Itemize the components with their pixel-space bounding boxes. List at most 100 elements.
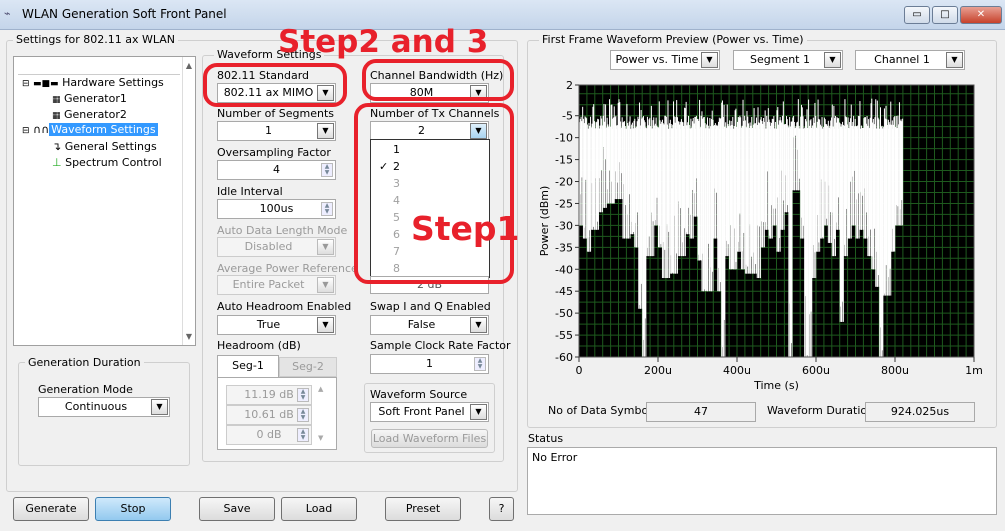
trace-bar xyxy=(902,118,904,226)
waveform-source-select[interactable]: Soft Front Panel ▼ xyxy=(370,402,489,422)
help-button[interactable]: ? xyxy=(489,497,514,521)
settings-tree[interactable]: ▲ ▼ ⊟ ▬■▬ Hardware Settings ▦ Generator1… xyxy=(13,56,196,346)
preview-title: First Frame Waveform Preview (Power vs. … xyxy=(539,33,807,46)
tree-item-generator2[interactable]: ▦ Generator2 xyxy=(52,108,127,121)
chevron-down-icon[interactable]: ▼ xyxy=(317,123,334,139)
tab-seg-1[interactable]: Seg-1 xyxy=(217,355,279,377)
headroom-value-2[interactable]: 10.61 dB ▲ ▼ xyxy=(226,405,312,425)
trace-dip xyxy=(781,128,784,230)
tree-item-general-settings[interactable]: ↴ General Settings xyxy=(52,140,157,153)
waveform-icon: ∩∩ xyxy=(33,123,50,136)
minimize-button[interactable]: ▭ xyxy=(904,6,930,24)
generate-button[interactable]: Generate xyxy=(13,497,89,521)
chevron-down-icon[interactable]: ▼ xyxy=(470,317,487,333)
segments-select[interactable]: 1 ▼ xyxy=(217,121,336,141)
trace-dip xyxy=(825,128,827,226)
spinner-icon[interactable]: ▲ ▼ xyxy=(474,357,486,371)
spinner-icon[interactable]: ▲ ▼ xyxy=(321,202,333,216)
sample-clock-value: 1 xyxy=(426,357,433,370)
trace-dip xyxy=(852,128,855,226)
chevron-down-icon[interactable]: ▼ xyxy=(317,317,334,333)
scroll-down-icon[interactable]: ▼ xyxy=(318,434,323,442)
annotation-step1: Step1 xyxy=(411,209,520,248)
oversampling-input[interactable]: 4 ▲ ▼ xyxy=(217,160,336,180)
preset-button[interactable]: Preset xyxy=(385,497,461,521)
auto-data-length-value: Disabled xyxy=(244,240,293,253)
tree-item-waveform-settings[interactable]: ⊟ ∩∩ Waveform Settings xyxy=(22,123,158,136)
chevron-down-icon[interactable]: ▼ xyxy=(946,52,963,68)
chevron-down-icon[interactable]: ▼ xyxy=(824,52,841,68)
chevron-down-icon[interactable]: ▼ xyxy=(701,52,718,68)
trace-dip xyxy=(580,128,582,226)
trace-dip xyxy=(623,128,626,239)
idle-interval-input[interactable]: 100us ▲ ▼ xyxy=(217,199,336,219)
segment-select[interactable]: Segment 1 ▼ xyxy=(733,50,843,70)
x-axis-label: Time (s) xyxy=(753,379,799,392)
spinner-icon[interactable]: ▲ ▼ xyxy=(297,428,309,442)
trace-dip xyxy=(836,128,839,230)
y-tick-label: -30 xyxy=(555,219,573,232)
save-button[interactable]: Save xyxy=(199,497,275,521)
data-symbols-value: 47 xyxy=(646,402,756,422)
scroll-down-icon[interactable]: ▼ xyxy=(186,332,192,341)
scroll-up-icon[interactable]: ▲ xyxy=(318,385,323,393)
annotation-box-bandwidth xyxy=(362,59,514,101)
auto-headroom-value: True xyxy=(256,318,281,331)
avg-power-ref-label: Average Power Reference xyxy=(217,262,358,275)
headroom-value-1[interactable]: 11.19 dB ▲ ▼ xyxy=(226,385,312,405)
trace-dip xyxy=(805,128,807,357)
generation-mode-label: Generation Mode xyxy=(38,383,133,396)
tab-seg-2[interactable]: Seg-2 xyxy=(279,357,337,377)
x-tick-label: 400u xyxy=(723,364,751,377)
sample-clock-input[interactable]: 1 ▲ ▼ xyxy=(370,354,489,374)
view-select[interactable]: Power vs. Time ▼ xyxy=(610,50,720,70)
swap-iq-select[interactable]: False ▼ xyxy=(370,315,489,335)
tree-item-hardware-settings[interactable]: ⊟ ▬■▬ Hardware Settings xyxy=(22,76,164,89)
stop-button[interactable]: Stop xyxy=(95,497,171,521)
spinner-icon[interactable]: ▲ ▼ xyxy=(297,388,309,402)
auto-headroom-select[interactable]: True ▼ xyxy=(217,315,336,335)
chevron-down-icon[interactable]: ▼ xyxy=(470,404,487,420)
trace-dip xyxy=(619,128,622,200)
trace-dip xyxy=(848,128,851,239)
y-axis-label: Power (dBm) xyxy=(538,186,551,257)
chevron-down-icon[interactable]: ▼ xyxy=(317,239,334,255)
generation-mode-select[interactable]: Continuous ▼ xyxy=(38,397,170,417)
tree-item-spectrum-control[interactable]: ⊥ Spectrum Control xyxy=(52,156,162,169)
y-tick-label: -5 xyxy=(562,110,573,123)
chevron-down-icon[interactable]: ▼ xyxy=(151,399,168,415)
headroom-value-3[interactable]: 0 dB ▲ ▼ xyxy=(226,425,312,445)
chevron-down-icon[interactable]: ▼ xyxy=(317,277,334,293)
trace-dip xyxy=(674,128,677,274)
trace-dip xyxy=(900,128,902,226)
settings-group-title: Settings for 802.11 ax WLAN xyxy=(13,33,178,46)
trace-dip xyxy=(864,128,867,239)
scroll-up-icon[interactable]: ▲ xyxy=(186,61,192,70)
waveform-source-value: Soft Front Panel xyxy=(378,405,465,418)
trace-dip xyxy=(773,128,776,226)
spinner-icon[interactable]: ▲ ▼ xyxy=(321,163,333,177)
load-waveform-files-button[interactable]: Load Waveform Files xyxy=(371,429,488,448)
auto-data-length-select[interactable]: Disabled ▼ xyxy=(217,237,336,257)
trace-dip xyxy=(682,128,685,257)
trace-dip xyxy=(607,128,610,204)
trace-dip xyxy=(888,128,890,296)
annotation-box-tx-channels xyxy=(354,103,514,284)
y-tick-label: -60 xyxy=(555,351,573,364)
channel-select[interactable]: Channel 1 ▼ xyxy=(855,50,965,70)
trace-dip xyxy=(643,128,645,357)
avg-power-ref-select[interactable]: Entire Packet ▼ xyxy=(217,275,336,295)
trace-dip xyxy=(896,128,898,226)
tree-item-generator1[interactable]: ▦ Generator1 xyxy=(52,92,127,105)
trace-dip xyxy=(603,128,606,208)
trace-dip xyxy=(671,128,673,274)
y-tick-label: 2 xyxy=(566,79,573,92)
close-button[interactable]: ✕ xyxy=(960,6,1002,24)
maximize-button[interactable]: □ xyxy=(932,6,958,24)
app-icon: ⌁ xyxy=(4,7,11,20)
load-button[interactable]: Load xyxy=(281,497,357,521)
trace-dip xyxy=(809,128,811,357)
y-tick-label: -25 xyxy=(555,197,573,210)
spinner-icon[interactable]: ▲ ▼ xyxy=(297,408,309,422)
trace-dip xyxy=(821,128,823,239)
